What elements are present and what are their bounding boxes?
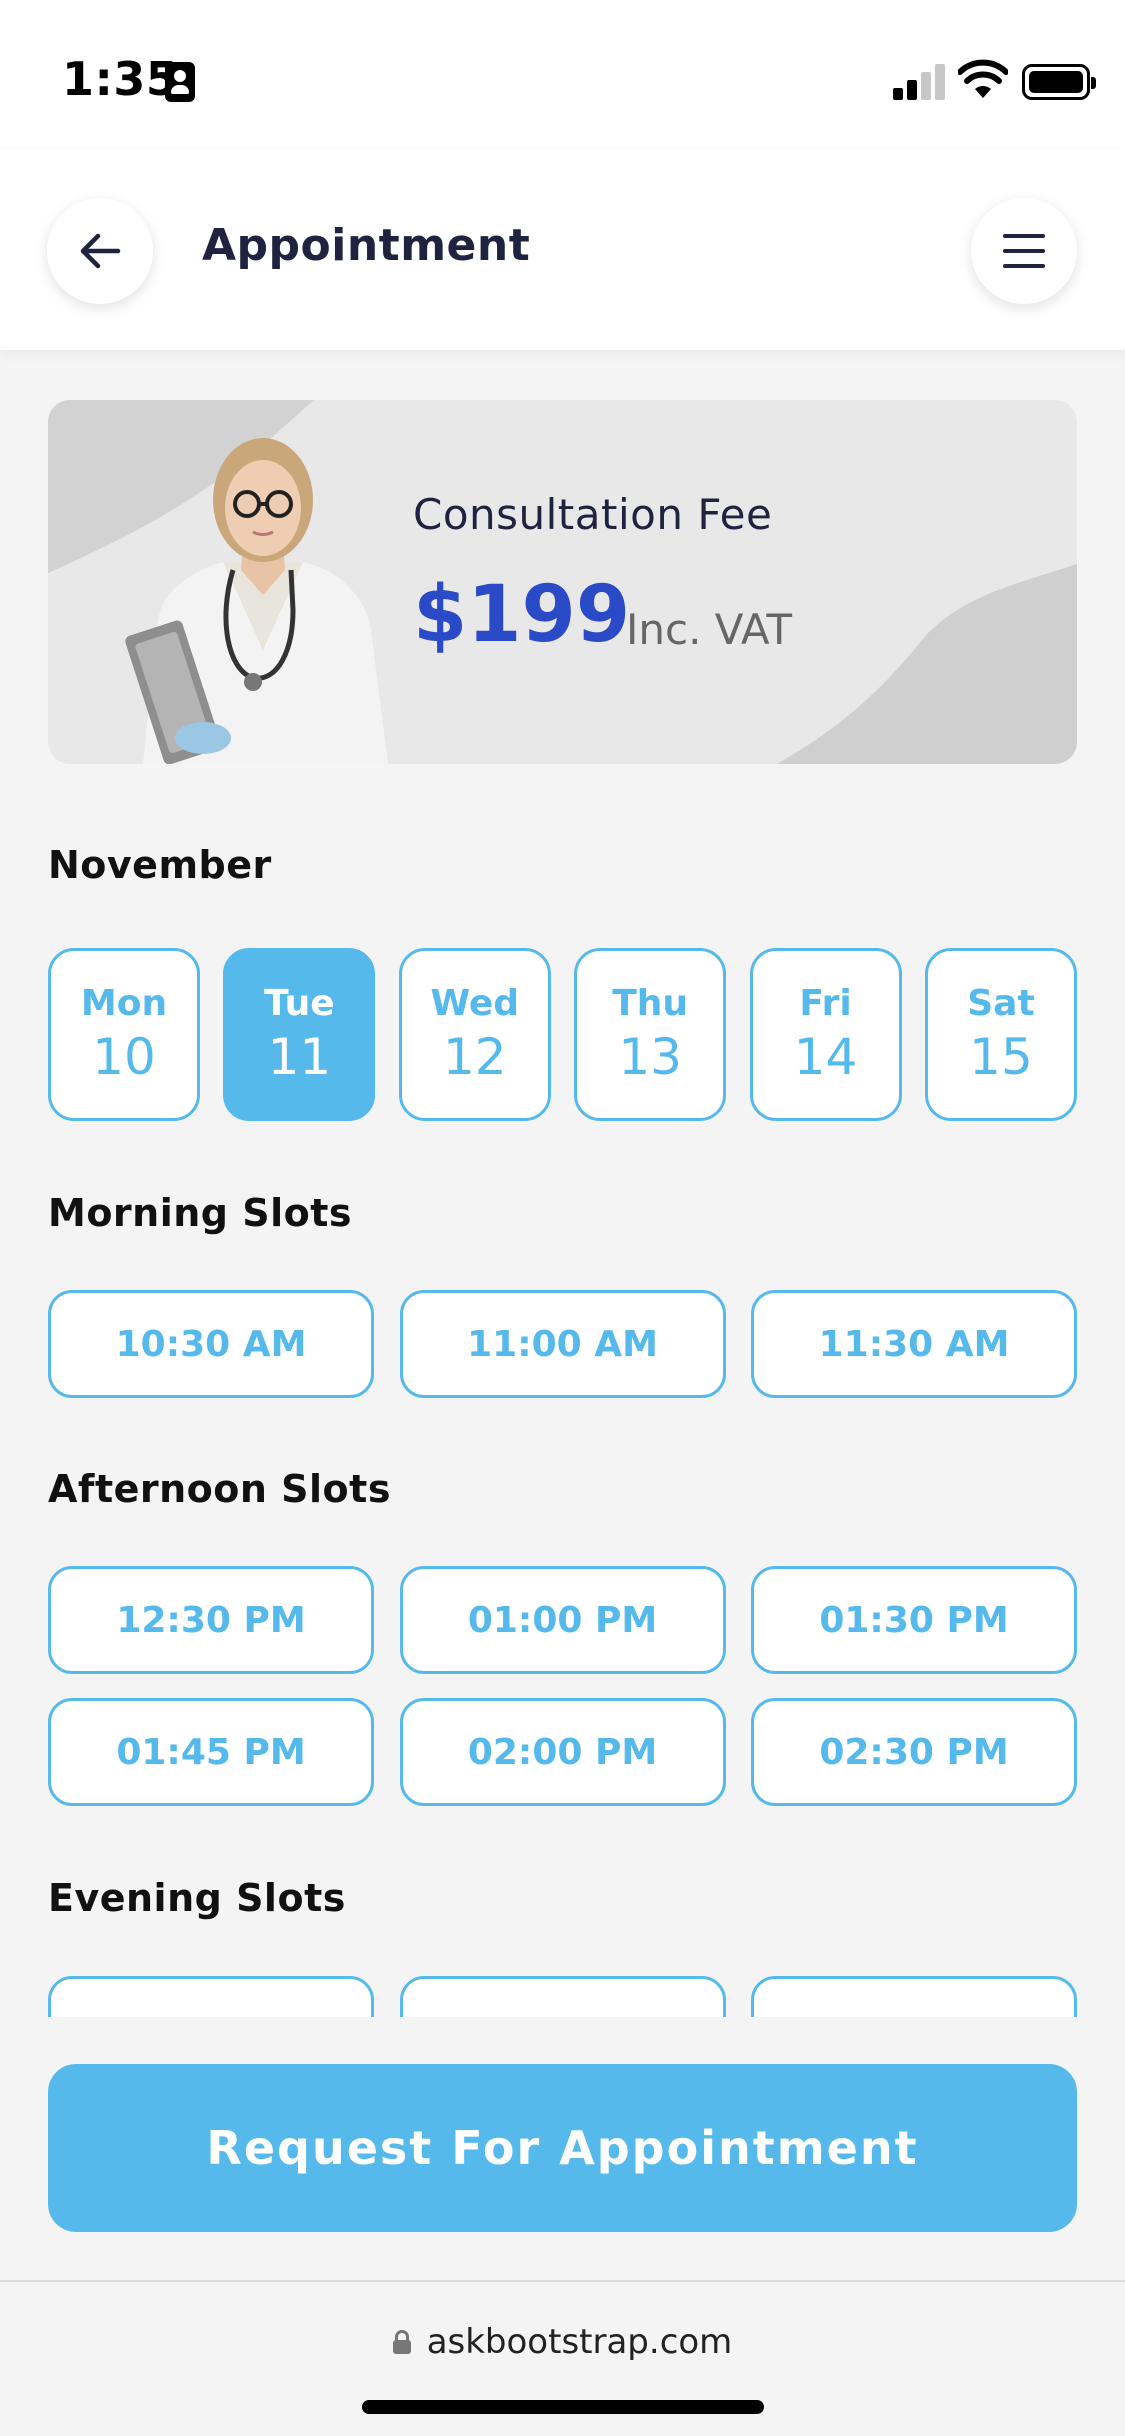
request-appointment-button[interactable]: Request For Appointment	[48, 2064, 1077, 2232]
day-number: 14	[793, 1028, 858, 1086]
battery-icon	[1022, 64, 1096, 100]
afternoon-slots-title: Afternoon Slots	[48, 1467, 391, 1511]
time-slot-button[interactable]: 11:00 AM	[399, 1290, 726, 1398]
day-button[interactable]: Tue 11	[223, 948, 376, 1121]
month-title: November	[48, 843, 272, 887]
day-name: Tue	[264, 983, 335, 1024]
day-name: Thu	[612, 983, 689, 1024]
day-number: 13	[618, 1028, 682, 1086]
lock-icon	[392, 2330, 411, 2354]
home-indicator[interactable]	[362, 2400, 764, 2414]
time-slot-button[interactable]: 11:30 AM	[751, 1290, 1077, 1398]
morning-slots-title: Morning Slots	[48, 1191, 353, 1235]
decorative-shape	[777, 564, 1077, 764]
app-header: Appointment	[0, 150, 1125, 350]
doctor-photo	[125, 438, 388, 764]
back-button[interactable]	[47, 198, 153, 304]
day-number: 15	[969, 1028, 1033, 1086]
day-name: Wed	[430, 983, 520, 1024]
menu-button[interactable]	[971, 198, 1077, 304]
status-bar: 1:35	[0, 0, 1125, 150]
wifi-icon	[958, 59, 1008, 98]
day-button[interactable]: Sat 15	[924, 948, 1077, 1121]
browser-address-bar: askbootstrap.com	[0, 2280, 1125, 2436]
cellular-signal-icon	[893, 62, 945, 100]
day-button[interactable]: Mon 10	[48, 948, 200, 1121]
day-number: 11	[267, 1028, 332, 1086]
time-slot-button[interactable]	[751, 1976, 1077, 2017]
day-name: Sat	[967, 983, 1035, 1024]
time-slot-button[interactable]: 01:00 PM	[399, 1566, 726, 1674]
time-slot-button[interactable]: 01:45 PM	[48, 1698, 374, 1806]
time-slot-button[interactable]: 10:30 AM	[48, 1290, 374, 1398]
time-slot-button[interactable]	[48, 1976, 374, 2017]
page-title: Appointment	[202, 220, 531, 271]
consultation-fee-card: Consultation Fee $199 Inc. VAT	[48, 400, 1077, 764]
contact-badge-icon	[165, 62, 195, 102]
fee-amount: $199	[413, 570, 631, 660]
day-selector: Mon 10 Tue 11 Wed 12 Thu 13 Fri 14 Sat 1…	[48, 948, 1077, 1121]
hamburger-menu-icon	[1003, 234, 1045, 268]
fee-vat-note: Inc. VAT	[626, 605, 792, 654]
day-button[interactable]: Wed 12	[398, 948, 551, 1121]
status-time: 1:35	[62, 52, 179, 106]
time-slot-button[interactable]: 01:30 PM	[751, 1566, 1077, 1674]
time-slot-button[interactable]	[399, 1976, 726, 2017]
morning-slots: 10:30 AM 11:00 AM 11:30 AM	[48, 1290, 1077, 1398]
afternoon-slots-row-2: 01:45 PM 02:00 PM 02:30 PM	[48, 1698, 1077, 1806]
evening-slots-clipped	[0, 1970, 1125, 2017]
time-slot-button[interactable]: 02:30 PM	[751, 1698, 1077, 1806]
arrow-left-icon	[80, 233, 121, 269]
appointment-screen: 1:35 Appointment Consultation Fee $199 I…	[0, 0, 1125, 2436]
evening-slots-title: Evening Slots	[48, 1876, 346, 1920]
day-button[interactable]: Fri 14	[749, 948, 902, 1121]
time-slot-button[interactable]: 02:00 PM	[399, 1698, 726, 1806]
evening-slots	[48, 1976, 1077, 2017]
day-number: 10	[92, 1028, 156, 1086]
url-text: askbootstrap.com	[426, 2322, 733, 2362]
day-name: Fri	[799, 983, 852, 1024]
day-number: 12	[442, 1028, 507, 1086]
day-button[interactable]: Thu 13	[574, 948, 727, 1121]
day-name: Mon	[80, 983, 168, 1024]
afternoon-slots-row-1: 12:30 PM 01:00 PM 01:30 PM	[48, 1566, 1077, 1674]
fee-label: Consultation Fee	[413, 490, 773, 539]
time-slot-button[interactable]: 12:30 PM	[48, 1566, 374, 1674]
url-field[interactable]: askbootstrap.com	[0, 2322, 1125, 2362]
